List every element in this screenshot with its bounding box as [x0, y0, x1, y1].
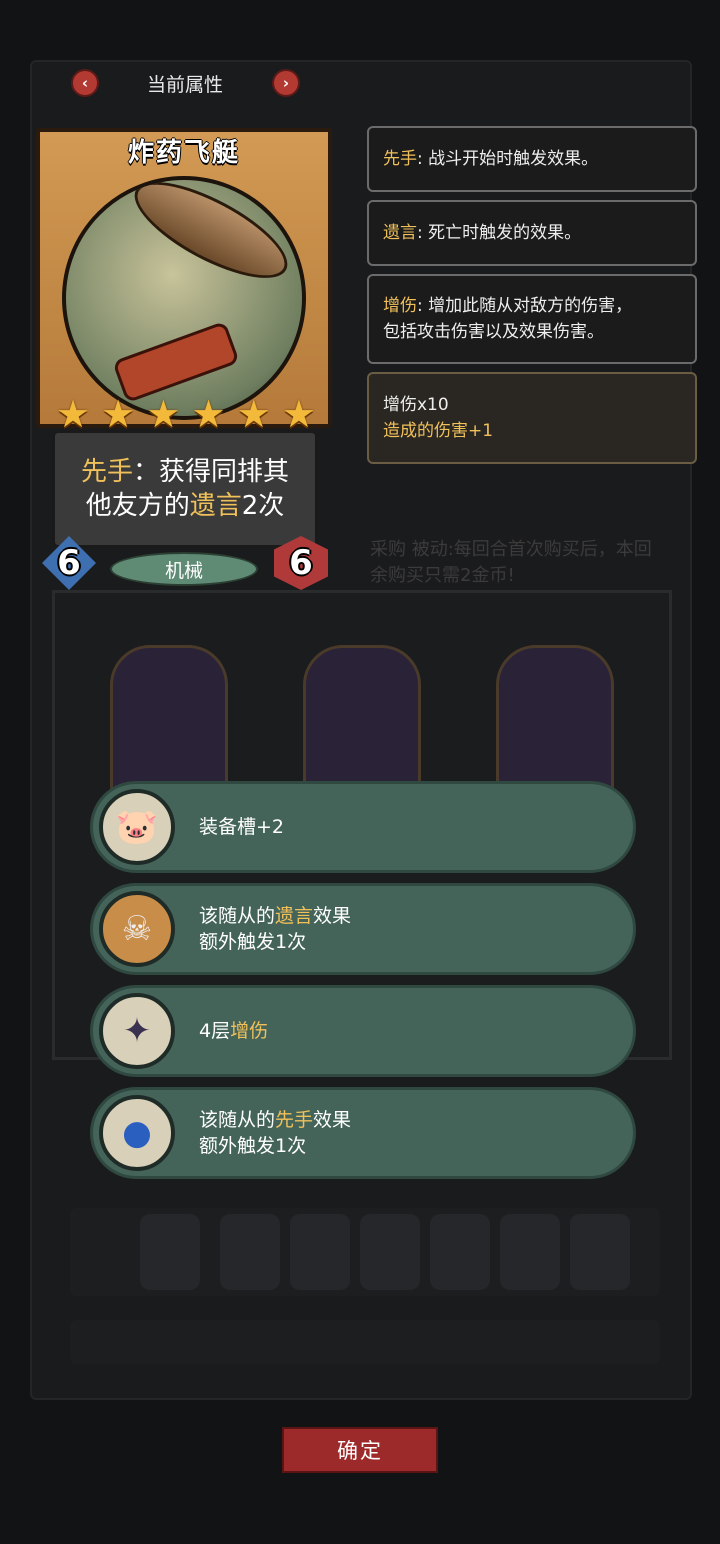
option-text: 4层	[199, 1020, 231, 1042]
chevron-left-icon: ‹	[81, 74, 89, 92]
tip-text: 造成的伤害+1	[383, 421, 494, 441]
option-text: 该随从的	[199, 905, 276, 927]
tip-keyword: 增伤	[383, 296, 417, 316]
option-keyword: 先手	[275, 1109, 314, 1131]
star-icon: ★	[191, 392, 226, 436]
card-description: 先手：获得同排其 他友方的遗言2次	[52, 430, 318, 548]
tip-text: 包括攻击伤害以及效果伤害。	[383, 322, 604, 342]
prev-button[interactable]: ‹	[71, 69, 99, 97]
bench-unit[interactable]	[570, 1214, 630, 1290]
star-icon: ★	[146, 392, 181, 436]
dynamite-icon	[112, 320, 240, 404]
keyword-first-strike: 先手	[80, 457, 133, 487]
option-text: 效果	[313, 905, 352, 927]
pig-icon: 🐷	[99, 789, 175, 865]
option-keyword: 增伤	[230, 1020, 269, 1042]
blue-orb-icon: ●	[99, 1095, 175, 1171]
bench-unit[interactable]	[140, 1214, 200, 1290]
option-equip-slot[interactable]: 🐷 装备槽+2	[90, 781, 636, 873]
tip-keyword: 遗言	[383, 223, 417, 243]
minion-card: 炸药飞艇 ★ ★ ★ ★ ★ ★ 先手：获得同排其 他友方的遗言2次 6 机械 …	[36, 128, 332, 590]
option-deathrattle-extra[interactable]: ☠ 该随从的遗言效果 额外触发1次	[90, 883, 636, 975]
star-icon: ★	[101, 392, 136, 436]
confirm-button[interactable]: 确定	[282, 1427, 438, 1473]
tooltip-damage-boost-stack: 增伤x10 造成的伤害+1	[367, 372, 697, 464]
desc-text: 2次	[241, 491, 285, 521]
desc-text: 他友方的	[85, 491, 190, 521]
tribe-label: 机械	[110, 552, 258, 586]
option-text: 效果	[313, 1109, 352, 1131]
keyword-deathrattle: 遗言	[189, 491, 242, 521]
desc-text: ：获得同排其	[133, 457, 290, 487]
tip-text: : 增加此随从对敌方的伤害，	[417, 296, 633, 316]
bench-unit[interactable]	[360, 1214, 420, 1290]
tooltip-damage-boost: 增伤: 增加此随从对敌方的伤害， 包括攻击伤害以及效果伤害。	[367, 274, 697, 364]
option-text: 额外触发1次	[199, 1135, 307, 1157]
tip-keyword: 先手	[383, 149, 417, 169]
option-text: 额外触发1次	[199, 931, 307, 953]
chevron-right-icon: ›	[282, 74, 290, 92]
bench-unit[interactable]	[290, 1214, 350, 1290]
card-art	[62, 176, 306, 420]
card-name: 炸药飞艇	[127, 138, 240, 168]
star-icon: ★	[281, 392, 316, 436]
bench-unit[interactable]	[220, 1214, 280, 1290]
passive-text: 采购 被动:每回合首次购买后，本回 余购买只需2金币!	[370, 539, 652, 586]
wing-icon: ✦	[99, 993, 175, 1069]
option-damage-boost[interactable]: ✦ 4层增伤	[90, 985, 636, 1077]
tooltip-deathrattle: 遗言: 死亡时触发的效果。	[367, 200, 697, 266]
board-card-3[interactable]	[496, 645, 614, 795]
tooltip-first-strike: 先手: 战斗开始时触发效果。	[367, 126, 697, 192]
star-icon: ★	[236, 392, 271, 436]
option-first-strike-extra[interactable]: ● 该随从的先手效果 额外触发1次	[90, 1087, 636, 1179]
tip-text: : 战斗开始时触发效果。	[417, 149, 599, 169]
board-card-1[interactable]	[110, 645, 228, 795]
star-icon: ★	[56, 392, 91, 436]
skull-coin-icon: ☠	[99, 891, 175, 967]
option-text: 装备槽+2	[199, 816, 285, 838]
bench-row-2	[70, 1320, 660, 1364]
option-text: 该随从的	[199, 1109, 276, 1131]
next-button[interactable]: ›	[272, 69, 300, 97]
tip-text: 增伤x10	[383, 395, 449, 415]
bench-unit[interactable]	[500, 1214, 560, 1290]
tip-text: : 死亡时触发的效果。	[417, 223, 582, 243]
star-rating: ★ ★ ★ ★ ★ ★	[56, 394, 316, 434]
board-card-2[interactable]	[303, 645, 421, 795]
page-title: 当前属性	[146, 74, 223, 96]
bench-unit[interactable]	[430, 1214, 490, 1290]
option-keyword: 遗言	[275, 905, 314, 927]
